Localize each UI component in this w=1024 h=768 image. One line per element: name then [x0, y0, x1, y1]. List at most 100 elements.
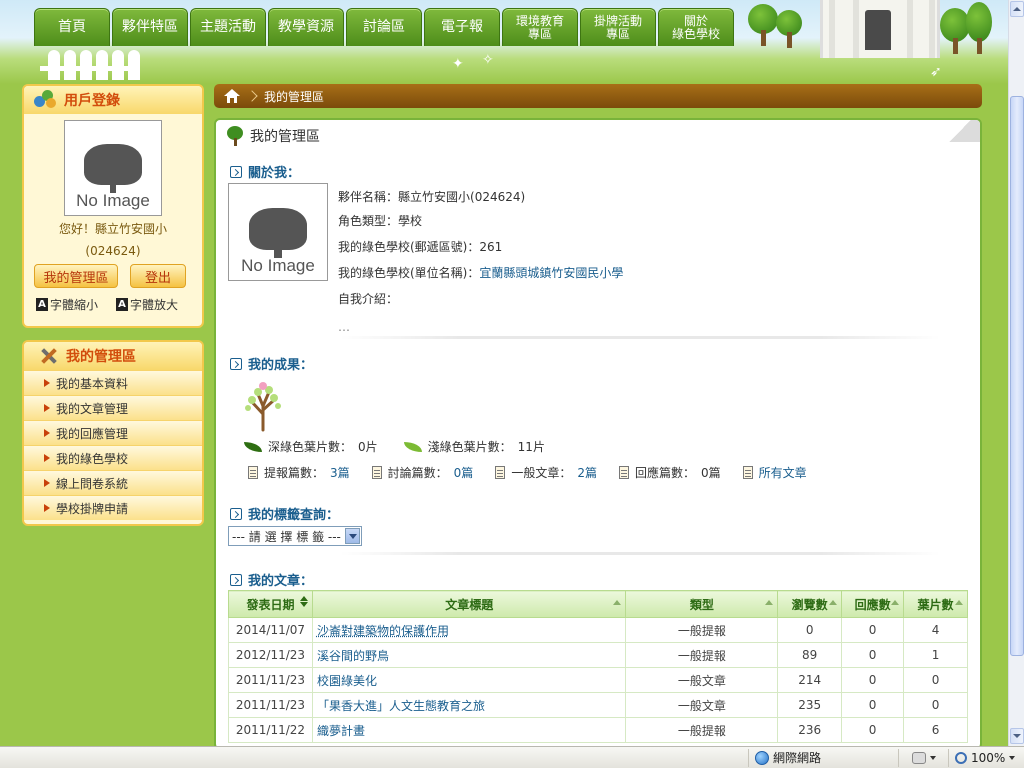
cell-date: 2012/11/23: [228, 642, 313, 668]
font-decrease-button[interactable]: A 字體縮小: [36, 296, 98, 313]
col-type[interactable]: 類型: [625, 590, 779, 618]
sort-icon[interactable]: [829, 600, 838, 605]
protected-mode[interactable]: [898, 748, 948, 767]
table-row: 2014/11/07 沙崙對建築物的保護作用 一般提報 0 0 4: [228, 617, 968, 643]
col-date-label: 發表日期: [246, 597, 295, 612]
menu-item-basic-info[interactable]: 我的基本資料: [24, 370, 202, 395]
col-leaves[interactable]: 葉片數: [903, 590, 968, 618]
tree-decoration: [966, 2, 992, 42]
col-date[interactable]: 發表日期: [228, 590, 313, 618]
count-label: 討論篇數：: [387, 466, 448, 480]
postal-row: 我的綠色學校(郵遞區號)：261: [338, 238, 502, 255]
table-header-row: 發表日期 文章標題 類型 瀏覽數 回應數 葉片數: [228, 590, 968, 618]
logout-button[interactable]: 登出: [130, 264, 186, 288]
nav-tab-home[interactable]: 首頁: [34, 8, 110, 46]
chevron-down-icon[interactable]: [345, 528, 360, 544]
menu-item-label: 線上問卷系統: [56, 476, 129, 491]
unit-link[interactable]: 宜蘭縣頭城鎮竹安國民小學: [479, 266, 623, 280]
tree-icon: [226, 126, 244, 146]
cell-replies: 0: [841, 667, 905, 693]
cell-leaves: 6: [903, 717, 968, 743]
sort-icon[interactable]: [765, 600, 774, 605]
col-leaves-label: 葉片數: [917, 597, 954, 612]
chevron-down-icon: [1009, 755, 1016, 760]
menu-item-survey[interactable]: 線上問卷系統: [24, 470, 202, 495]
article-title-link[interactable]: 「果香大進」人文生態教育之旅: [311, 692, 627, 718]
scroll-up-arrow-icon[interactable]: [1010, 1, 1024, 17]
col-title-label: 文章標題: [445, 597, 494, 612]
triangle-bullet-icon: [44, 404, 50, 412]
light-leaf-icon: [403, 441, 422, 452]
nav-tab-env-education[interactable]: 環境教育 專區: [502, 8, 578, 46]
cell-leaves: 1: [903, 642, 968, 668]
nav-tab-about[interactable]: 關於 綠色學校: [658, 8, 734, 46]
partner-name-value: 縣立竹安國小(024624): [398, 190, 526, 204]
nav-tab-activities[interactable]: 主題活動: [190, 8, 266, 46]
cell-leaves: 4: [903, 617, 968, 643]
sort-icon[interactable]: [891, 600, 900, 605]
tag-select[interactable]: --- 請 選 擇 標 籤 ---: [228, 526, 362, 546]
sort-desc-icon[interactable]: [299, 596, 308, 607]
avatar-placeholder-text: No Image: [241, 256, 315, 275]
cell-replies: 0: [841, 642, 905, 668]
menu-item-articles[interactable]: 我的文章管理: [24, 395, 202, 420]
general-article-count: 一般文章： 2篇: [495, 464, 597, 481]
user-avatar: No Image: [64, 120, 162, 216]
intro-label: 自我介紹：: [338, 292, 399, 306]
home-icon[interactable]: [224, 89, 240, 103]
report-count-link[interactable]: 3篇: [330, 464, 350, 481]
cell-type: 一般文章: [625, 692, 779, 718]
col-views[interactable]: 瀏覽數: [777, 590, 843, 618]
cell-replies: 0: [841, 692, 905, 718]
my-admin-button[interactable]: 我的管理區: [34, 264, 118, 288]
login-panel-header: 用戶登錄: [24, 86, 202, 114]
article-title-link[interactable]: 沙崙對建築物的保護作用: [311, 617, 627, 643]
intro-ellipsis: …: [338, 320, 350, 334]
section-divider: [340, 336, 940, 339]
zoom-control[interactable]: 100%: [948, 748, 1024, 767]
user-greeting: 您好！縣立竹安國小 (024624): [24, 218, 202, 262]
font-increase-button[interactable]: A 字體放大: [116, 296, 178, 313]
users-icon: [34, 90, 58, 110]
postal-value: 261: [479, 240, 503, 254]
partner-name-row: 夥伴名稱：縣立竹安國小(024624): [338, 188, 525, 205]
tags-heading: 我的標籤查詢：: [230, 504, 339, 523]
partner-name-label: 夥伴名稱：: [338, 190, 399, 204]
article-title-link[interactable]: 溪谷間的野鳥: [311, 642, 627, 668]
nav-tab-forum[interactable]: 討論區: [346, 8, 422, 46]
admin-menu-panel: 我的管理區 我的基本資料 我的文章管理 我的回應管理 我的綠色學校 線上問卷系統…: [22, 340, 204, 526]
sort-icon[interactable]: [613, 600, 622, 605]
menu-item-replies[interactable]: 我的回應管理: [24, 420, 202, 445]
cell-date: 2014/11/07: [228, 617, 313, 643]
cell-type: 一般文章: [625, 667, 779, 693]
nav-tab-newsletter[interactable]: 電子報: [424, 8, 500, 46]
sort-icon[interactable]: [955, 600, 963, 605]
table-row: 2012/11/23 溪谷間的野鳥 一般提報 89 0 1: [228, 642, 968, 668]
admin-menu-header: 我的管理區: [24, 342, 202, 370]
all-articles-link[interactable]: 所有文章: [759, 464, 807, 481]
scroll-down-arrow-icon[interactable]: [1010, 728, 1024, 744]
cell-views: 214: [777, 667, 843, 693]
vertical-scrollbar[interactable]: [1008, 0, 1024, 746]
discussion-count-link[interactable]: 0篇: [454, 464, 474, 481]
nav-tab-resources[interactable]: 教學資源: [268, 8, 344, 46]
about-heading-text: 關於我：: [248, 166, 301, 181]
col-title[interactable]: 文章標題: [311, 590, 627, 618]
nav-tab-certification[interactable]: 掛牌活動 專區: [580, 8, 656, 46]
discussion-count: 討論篇數： 0篇: [371, 464, 474, 481]
achievement-tree-icon: [245, 382, 281, 432]
font-increase-label: 字體放大: [130, 298, 179, 312]
article-title-link[interactable]: 織夢計畫: [311, 717, 627, 743]
general-count-link[interactable]: 2篇: [577, 464, 597, 481]
triangle-bullet-icon: [44, 454, 50, 462]
article-title-link[interactable]: 校園綠美化: [311, 667, 627, 693]
menu-item-certification-apply[interactable]: 學校掛牌申請: [24, 495, 202, 520]
menu-item-green-school[interactable]: 我的綠色學校: [24, 445, 202, 470]
postal-label: 我的綠色學校(郵遞區號)：: [338, 240, 480, 254]
login-panel: 用戶登錄 No Image 您好！縣立竹安國小 (024624) 我的管理區 登…: [22, 84, 204, 328]
col-replies[interactable]: 回應數: [841, 590, 905, 618]
lock-icon: [911, 751, 926, 764]
main-content: 我的管理區 關於我： No Image 夥伴名稱：縣立竹安國小(024624) …: [214, 118, 982, 750]
nav-tab-partners[interactable]: 夥伴特區: [112, 8, 188, 46]
scrollbar-thumb[interactable]: [1010, 96, 1024, 656]
